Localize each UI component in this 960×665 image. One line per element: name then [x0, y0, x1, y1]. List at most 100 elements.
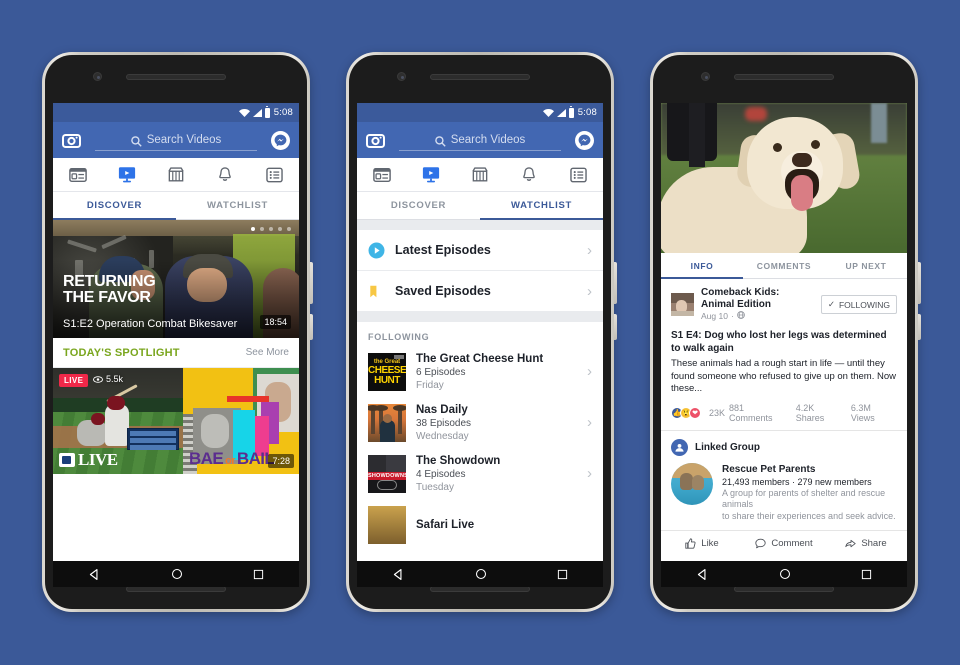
hero-title: RETURNING THE FAVOR: [63, 274, 156, 306]
show-thumbnail: SHOWDOWNS: [368, 454, 406, 493]
discover-watchlist-tabs: DISCOVER WATCHLIST: [53, 192, 299, 220]
share-button[interactable]: Share: [825, 538, 907, 549]
home-icon[interactable]: [475, 568, 487, 580]
list-item[interactable]: Safari Live: [357, 499, 603, 550]
chevron-right-icon: ›: [587, 414, 592, 431]
avatar[interactable]: [671, 293, 694, 316]
tab-watchlist[interactable]: WATCHLIST: [480, 192, 603, 220]
list-item[interactable]: SHOWDOWNS The Showdown 4 Episodes Tuesda…: [357, 448, 603, 499]
share-count[interactable]: 4.2K Shares: [796, 403, 845, 423]
earpiece-speaker: [126, 74, 226, 80]
camera-icon[interactable]: [62, 131, 81, 150]
reaction-count: 23K: [709, 407, 726, 418]
list-item[interactable]: Nas Daily 38 Episodes Wednesday ›: [357, 397, 603, 448]
linked-group-header: Linked Group: [671, 438, 897, 456]
carousel-dots[interactable]: [251, 227, 291, 231]
page-name[interactable]: Comeback Kids: Animal Edition: [701, 287, 814, 311]
home-icon[interactable]: [779, 568, 791, 580]
news-feed-icon[interactable]: [53, 167, 102, 183]
signal-icon: [556, 108, 566, 117]
comment-count[interactable]: 881 Comments: [729, 403, 790, 423]
post-body: These animals had a rough start in life …: [671, 358, 896, 394]
carousel-dot[interactable]: [269, 227, 273, 231]
group-meta: Rescue Pet Parents 21,493 members · 279 …: [722, 463, 897, 523]
section-spacer: [357, 312, 603, 322]
status-bar: 5:08: [357, 103, 603, 122]
menu-icon[interactable]: [554, 167, 603, 183]
search-input[interactable]: Search Videos: [399, 129, 561, 151]
volume-down-button[interactable]: [614, 314, 617, 340]
status-time: 5:08: [577, 107, 597, 118]
front-camera-icon: [701, 72, 710, 81]
recents-icon[interactable]: [557, 569, 568, 580]
show-name: Safari Live: [416, 518, 475, 531]
like-button[interactable]: Like: [661, 538, 743, 549]
view-count: 5.5k: [93, 374, 123, 384]
status-icons: [238, 105, 270, 118]
status-time: 5:08: [273, 107, 293, 118]
video-player[interactable]: [661, 103, 907, 253]
search-input[interactable]: Search Videos: [95, 129, 257, 151]
notifications-icon[interactable]: [505, 166, 554, 183]
marketplace-icon[interactable]: [455, 166, 504, 183]
video-card-live-baseball[interactable]: LIVE 5.5k LIVE: [53, 368, 183, 474]
reaction-icons[interactable]: 👍 😲 ❤: [671, 406, 701, 419]
volume-up-button[interactable]: [918, 262, 921, 304]
volume-up-button[interactable]: [614, 262, 617, 304]
tab-watchlist[interactable]: WATCHLIST: [176, 192, 299, 219]
carousel-dot[interactable]: [287, 227, 291, 231]
post-info: Comeback Kids: Animal Edition Aug 10 · ✓: [661, 279, 907, 430]
back-icon[interactable]: [696, 568, 709, 581]
video-icon[interactable]: [406, 166, 455, 183]
notifications-icon[interactable]: [201, 166, 250, 183]
messenger-icon[interactable]: [575, 130, 594, 150]
back-icon[interactable]: [392, 568, 405, 581]
volume-down-button[interactable]: [918, 314, 921, 340]
carousel-dot[interactable]: [278, 227, 282, 231]
following-button[interactable]: ✓ FOLLOWING: [820, 295, 897, 314]
news-feed-icon[interactable]: [357, 167, 406, 183]
globe-icon: [736, 311, 745, 322]
tab-info[interactable]: INFO: [661, 253, 743, 279]
tab-up-next[interactable]: UP NEXT: [825, 253, 907, 278]
mlb-brand-text: LIVE: [78, 450, 118, 469]
linked-group-title: Linked Group: [695, 441, 760, 453]
carousel-dot[interactable]: [260, 227, 264, 231]
group-name[interactable]: Rescue Pet Parents: [722, 463, 897, 476]
back-icon[interactable]: [88, 568, 101, 581]
volume-down-button[interactable]: [310, 314, 313, 340]
screen-watchlist: 5:08 Search Videos DISCOVER WATCHLIST La…: [357, 103, 603, 561]
home-icon[interactable]: [171, 568, 183, 580]
video-detail-tabs: INFO COMMENTS UP NEXT: [661, 253, 907, 279]
show-day: Wednesday: [416, 430, 469, 442]
post-author-block: Comeback Kids: Animal Edition Aug 10 ·: [701, 287, 814, 322]
video-card-bae-or-bail[interactable]: BAE or BAIL 7:28: [183, 368, 299, 474]
recents-icon[interactable]: [253, 569, 264, 580]
row-saved-episodes[interactable]: Saved Episodes ›: [357, 271, 603, 312]
post-date: Aug 10: [701, 311, 728, 321]
tab-comments[interactable]: COMMENTS: [743, 253, 825, 278]
carousel-dot[interactable]: [251, 227, 255, 231]
tab-discover[interactable]: DISCOVER: [53, 192, 176, 220]
group-photo: [671, 462, 713, 505]
video-icon[interactable]: [102, 166, 151, 183]
spotlight-header: TODAY'S SPOTLIGHT See More: [53, 338, 299, 368]
recents-icon[interactable]: [861, 569, 872, 580]
marketplace-icon[interactable]: [151, 166, 200, 183]
battery-icon: [264, 105, 270, 118]
card-duration-badge: 7:28: [268, 454, 294, 468]
menu-icon[interactable]: [250, 167, 299, 183]
camera-icon[interactable]: [366, 131, 385, 150]
chevron-right-icon: ›: [587, 241, 592, 259]
tab-discover[interactable]: DISCOVER: [357, 192, 480, 219]
see-more-link[interactable]: See More: [246, 347, 289, 358]
hero-video-card[interactable]: RETURNING THE FAVOR S1:E2 Operation Comb…: [53, 220, 299, 338]
volume-up-button[interactable]: [310, 262, 313, 304]
linked-group-card[interactable]: Rescue Pet Parents 21,493 members · 279 …: [671, 462, 897, 531]
messenger-icon[interactable]: [271, 130, 290, 150]
row-latest-episodes[interactable]: Latest Episodes ›: [357, 230, 603, 271]
view-count-value: 5.5k: [106, 374, 124, 384]
show-name: The Great Cheese Hunt: [416, 352, 544, 365]
list-item[interactable]: the Great CHEESE HUNT The Great Cheese H…: [357, 346, 603, 397]
comment-button[interactable]: Comment: [743, 538, 825, 549]
